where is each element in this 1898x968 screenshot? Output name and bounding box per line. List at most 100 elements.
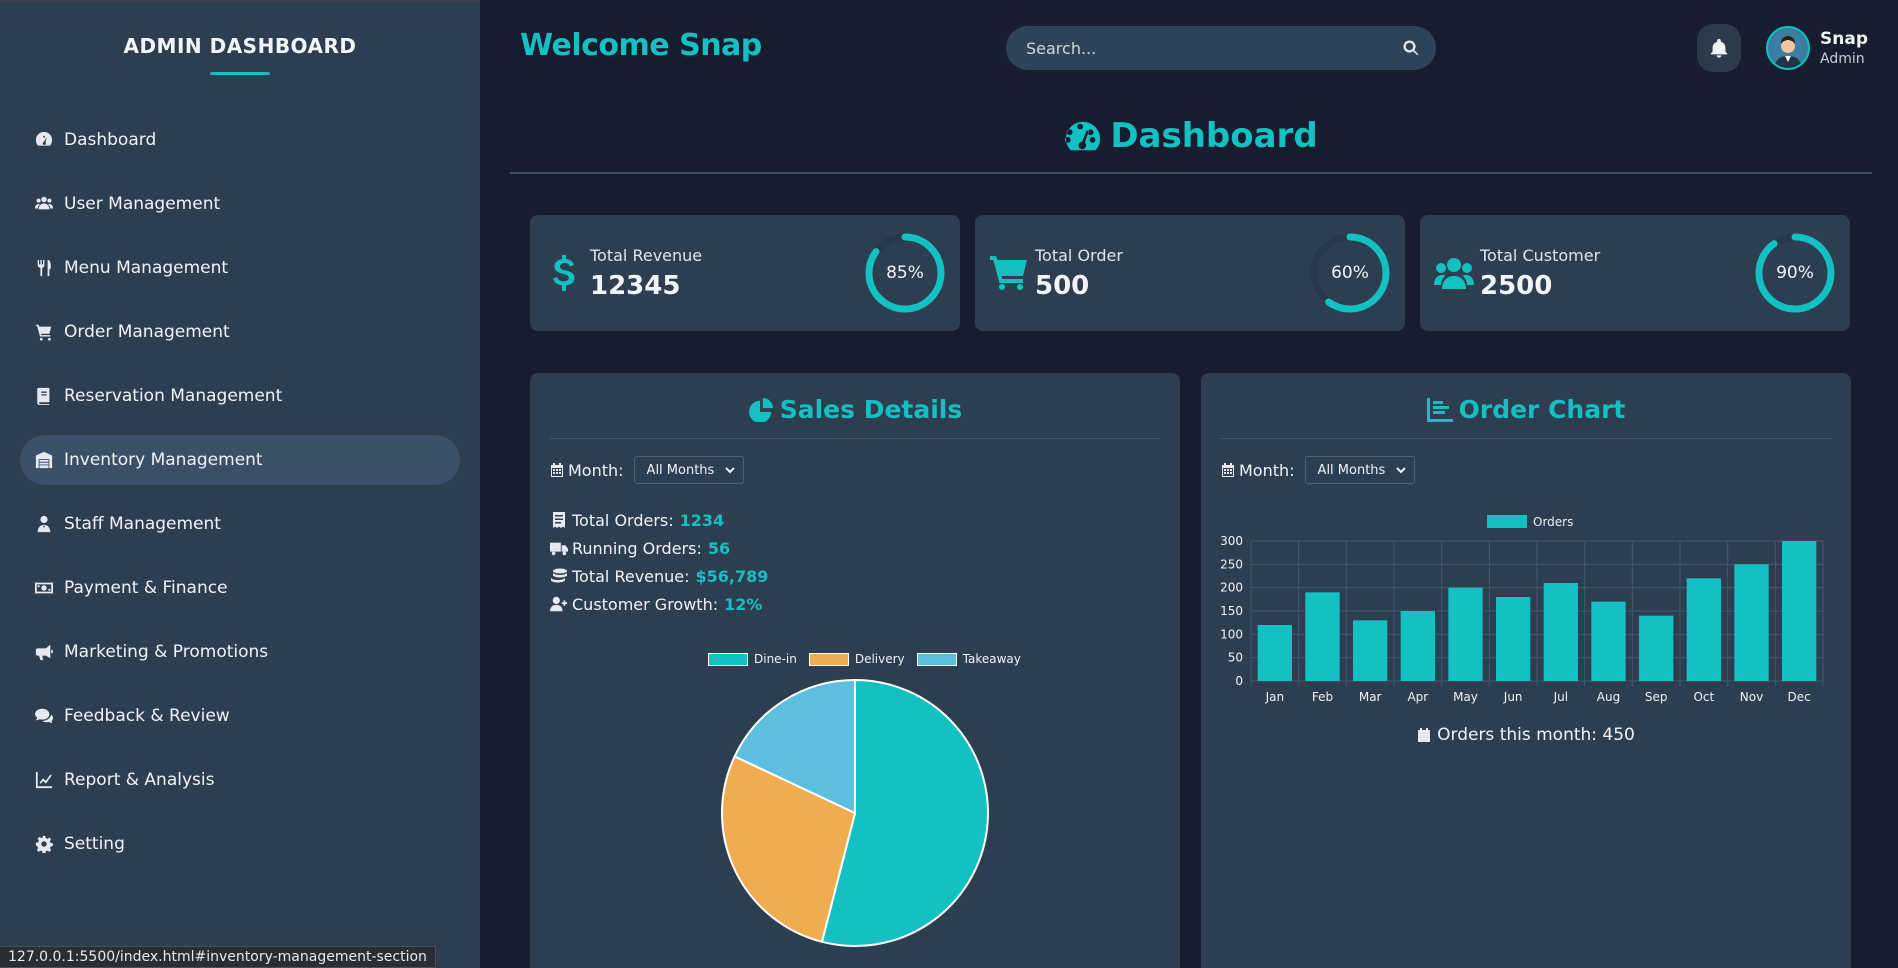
stat-card-customers: Total Customer 2500 90% — [1420, 215, 1850, 331]
sales-metrics: Total Orders: 1234 Running Orders: 56 To… — [550, 506, 1180, 618]
gear-icon — [34, 834, 54, 854]
sidebar-item-feedback-review[interactable]: Feedback & Review — [20, 691, 460, 741]
orders-month-select[interactable]: All Months — [1304, 456, 1415, 484]
panel-divider — [1221, 438, 1831, 439]
sidebar-item-reservation-management[interactable]: Reservation Management — [20, 371, 460, 421]
sidebar-item-inventory-management[interactable]: Inventory Management — [20, 435, 460, 485]
metric-value: 56 — [707, 538, 731, 558]
sidebar-item-order-management[interactable]: Order Management — [20, 307, 460, 357]
y-tick-label: 50 — [1228, 651, 1243, 665]
sales-month-select[interactable]: All Months — [633, 456, 744, 484]
chevron-down-icon — [724, 467, 735, 474]
profile-name: Snap — [1820, 29, 1868, 49]
progress-ring: 90% — [1754, 232, 1836, 314]
x-tick-label: Sep — [1645, 690, 1668, 704]
sidebar-nav: Dashboard User Management Menu Management O… — [0, 115, 480, 869]
metric-value: $56,789 — [695, 566, 769, 586]
bar-feb[interactable] — [1305, 592, 1340, 681]
sidebar-item-payment-finance[interactable]: Payment & Finance — [20, 563, 460, 613]
stat-card-orders: Total Order 500 60% — [975, 215, 1405, 331]
sales-details-title-text: Sales Details — [779, 395, 963, 424]
sales-pie-chart — [721, 678, 989, 947]
y-tick-label: 250 — [1220, 557, 1243, 571]
order-chart-title: Order Chart — [1201, 395, 1851, 424]
stat-label: Total Order — [1035, 245, 1123, 265]
chevron-down-icon — [1395, 467, 1406, 474]
search-input[interactable] — [1026, 38, 1402, 58]
sidebar-item-label: Setting — [64, 834, 125, 854]
y-tick-label: 200 — [1220, 581, 1243, 595]
stat-value: 2500 — [1480, 270, 1553, 301]
bar-legend[interactable]: Orders — [1487, 515, 1573, 529]
bar-nov[interactable] — [1734, 564, 1769, 681]
sidebar-title-underline — [210, 72, 270, 75]
notifications-button[interactable] — [1697, 24, 1741, 72]
pie-legend-item[interactable]: Delivery — [808, 652, 905, 666]
metric-value: 12% — [724, 594, 763, 614]
gauge-icon — [1065, 121, 1101, 151]
sidebar-item-marketing-promotions[interactable]: Marketing & Promotions — [20, 627, 460, 677]
sales-details-panel: Sales Details Month: All Months Total Or… — [530, 373, 1180, 968]
sidebar-item-menu-management[interactable]: Menu Management — [20, 243, 460, 293]
legend-label: Dine-in — [754, 652, 797, 666]
calendar-icon — [1418, 728, 1431, 742]
metric-label: Total Orders: — [572, 510, 674, 530]
stat-label: Total Revenue — [590, 245, 703, 265]
bar-apr[interactable] — [1400, 611, 1435, 681]
search-icon[interactable] — [1402, 39, 1420, 57]
x-tick-label: Dec — [1788, 690, 1811, 704]
title-divider — [510, 172, 1872, 174]
truck-icon — [550, 542, 568, 556]
sidebar-item-dashboard[interactable]: Dashboard — [20, 115, 460, 165]
y-tick-label: 300 — [1220, 534, 1243, 548]
utensils-icon — [34, 258, 54, 278]
month-label: Month: — [568, 460, 624, 480]
x-tick-label: May — [1453, 690, 1478, 704]
megaphone-icon — [34, 642, 54, 662]
user-profile[interactable]: Snap Admin — [1766, 26, 1868, 70]
stat-value: 12345 — [590, 270, 681, 301]
avatar[interactable] — [1766, 26, 1810, 70]
sidebar-item-user-management[interactable]: User Management — [20, 179, 460, 229]
bar-sep[interactable] — [1639, 615, 1674, 681]
sidebar-item-label: Dashboard — [64, 130, 157, 150]
bar-dec[interactable] — [1782, 541, 1817, 681]
staff-icon — [34, 514, 54, 534]
y-tick-label: 0 — [1235, 674, 1243, 688]
pie-legend-item[interactable]: Dine-in — [708, 652, 797, 666]
search-bar[interactable] — [1006, 26, 1436, 70]
metric-customer-growth: Customer Growth: 12% — [550, 590, 1180, 618]
bar-aug[interactable] — [1591, 601, 1626, 681]
sidebar-item-label: Reservation Management — [64, 386, 283, 406]
bar-chart-icon — [1426, 397, 1453, 422]
bar-may[interactable] — [1448, 587, 1483, 681]
x-tick-label: Mar — [1359, 690, 1382, 704]
order-chart-title-text: Order Chart — [1458, 395, 1626, 424]
stat-label: Total Customer — [1480, 245, 1601, 265]
y-tick-label: 100 — [1220, 627, 1243, 641]
metric-label: Total Revenue: — [572, 566, 690, 586]
sidebar-item-label: Payment & Finance — [64, 578, 228, 598]
bar-jul[interactable] — [1543, 583, 1578, 681]
sidebar-item-setting[interactable]: Setting — [20, 819, 460, 869]
pie-chart-icon — [748, 397, 773, 422]
bar-jun[interactable] — [1496, 597, 1531, 681]
pie-legend-item[interactable]: Takeaway — [916, 652, 1021, 666]
y-tick-label: 150 — [1220, 604, 1243, 618]
metric-label: Running Orders: — [572, 538, 702, 558]
legend-swatch — [1487, 515, 1527, 528]
sales-details-title: Sales Details — [530, 395, 1180, 424]
legend-swatch — [808, 652, 849, 666]
sidebar-item-label: Report & Analysis — [64, 770, 215, 790]
x-tick-label: Apr — [1407, 690, 1428, 704]
calendar-icon — [1222, 463, 1234, 477]
sidebar-item-label: Staff Management — [64, 514, 221, 534]
gauge-icon — [34, 130, 54, 150]
sidebar-item-staff-management[interactable]: Staff Management — [20, 499, 460, 549]
x-tick-label: Feb — [1312, 690, 1333, 704]
sidebar-item-label: User Management — [64, 194, 221, 214]
sidebar-item-report-analysis[interactable]: Report & Analysis — [20, 755, 460, 805]
bar-mar[interactable] — [1353, 620, 1388, 681]
bar-jan[interactable] — [1257, 625, 1292, 681]
bar-oct[interactable] — [1686, 578, 1721, 681]
